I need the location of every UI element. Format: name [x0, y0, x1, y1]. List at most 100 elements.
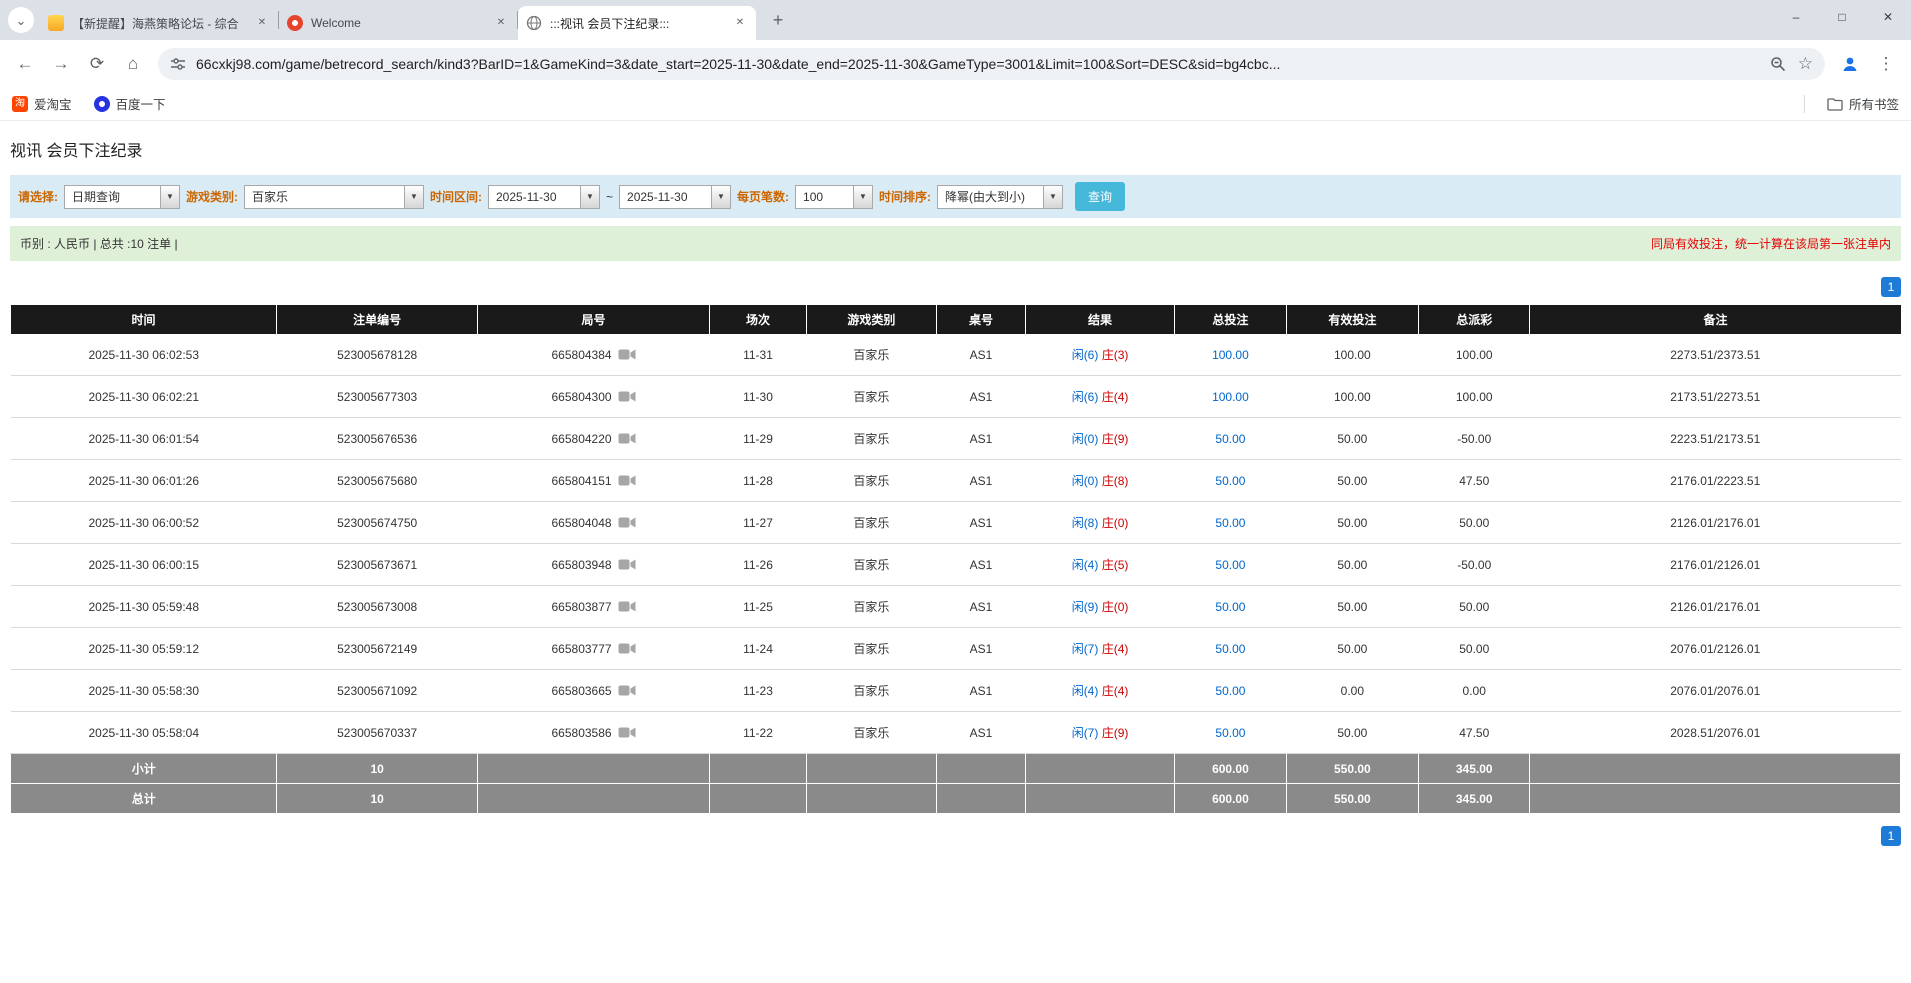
total-bet-link[interactable]: 50.00 — [1215, 726, 1245, 740]
tab-search-button[interactable]: ⌄ — [8, 7, 34, 33]
result-banker: 庄(0) — [1102, 600, 1129, 614]
cell-session: 11-31 — [710, 334, 806, 376]
per-page-value[interactable]: 100 — [795, 185, 853, 209]
total-bet-link[interactable]: 100.00 — [1212, 390, 1249, 404]
close-tab-icon[interactable]: ✕ — [732, 15, 748, 31]
cell-note: 2076.01/2076.01 — [1530, 670, 1901, 712]
video-icon[interactable] — [618, 432, 636, 445]
per-page-label: 每页笔数: — [737, 188, 789, 205]
video-icon[interactable] — [618, 558, 636, 571]
date-end-select[interactable]: 2025-11-30 ▼ — [619, 185, 731, 209]
footer-cell-empty — [1025, 784, 1174, 814]
profile-icon[interactable] — [1833, 47, 1867, 81]
back-icon[interactable]: ← — [8, 47, 42, 81]
total-bet-link[interactable]: 50.00 — [1215, 432, 1245, 446]
chevron-down-icon[interactable]: ▼ — [404, 185, 424, 209]
total-row: 总计 10 600.00 550.00 345.00 — [11, 784, 1901, 814]
date-start-value[interactable]: 2025-11-30 — [488, 185, 580, 209]
video-icon[interactable] — [618, 600, 636, 613]
footer-cell-empty — [937, 784, 1026, 814]
table-row: 2025-11-30 06:00:52523005674750665804048… — [11, 502, 1901, 544]
chevron-down-icon[interactable]: ▼ — [711, 185, 731, 209]
close-tab-icon[interactable]: ✕ — [254, 15, 270, 31]
forum-favicon-icon — [48, 15, 64, 31]
zoom-icon[interactable] — [1770, 56, 1786, 72]
subtotal-valid-bet: 550.00 — [1286, 754, 1418, 784]
filter-bar: 请选择: 日期查询 ▼ 游戏类别: 百家乐 ▼ 时间区间: 2025-11-30… — [10, 175, 1901, 218]
chevron-down-icon[interactable]: ▼ — [1043, 185, 1063, 209]
total-bet-link[interactable]: 50.00 — [1215, 642, 1245, 656]
minimize-button[interactable]: – — [1773, 0, 1819, 34]
game-type-select[interactable]: 百家乐 ▼ — [244, 185, 424, 209]
site-info-icon[interactable] — [170, 56, 186, 72]
close-window-button[interactable]: ✕ — [1865, 0, 1911, 34]
date-range-label: 时间区间: — [430, 188, 482, 205]
home-icon[interactable]: ⌂ — [116, 47, 150, 81]
table-row: 2025-11-30 05:59:48523005673008665803877… — [11, 586, 1901, 628]
sort-value[interactable]: 降幂(由大到小) — [937, 185, 1043, 209]
footer-cell-empty — [806, 754, 936, 784]
browser-tab-welcome[interactable]: Welcome ✕ — [279, 6, 517, 40]
date-end-value[interactable]: 2025-11-30 — [619, 185, 711, 209]
reload-icon[interactable]: ⟳ — [80, 47, 114, 81]
cell-time: 2025-11-30 06:00:52 — [11, 502, 277, 544]
video-icon[interactable] — [618, 726, 636, 739]
all-bookmarks-button[interactable]: 所有书签 — [1827, 94, 1899, 113]
game-type-value[interactable]: 百家乐 — [244, 185, 404, 209]
query-type-value[interactable]: 日期查询 — [64, 185, 160, 209]
page-1-button[interactable]: 1 — [1881, 277, 1901, 297]
video-icon[interactable] — [618, 684, 636, 697]
total-bet-link[interactable]: 50.00 — [1215, 558, 1245, 572]
baidu-icon — [94, 96, 110, 112]
footer-cell-empty — [1025, 754, 1174, 784]
header-round-id: 局号 — [477, 305, 709, 334]
new-tab-button[interactable]: + — [764, 6, 792, 34]
date-start-select[interactable]: 2025-11-30 ▼ — [488, 185, 600, 209]
cell-session: 11-27 — [710, 502, 806, 544]
result-banker: 庄(8) — [1102, 474, 1129, 488]
range-separator: ~ — [606, 190, 613, 204]
total-bet-link[interactable]: 50.00 — [1215, 516, 1245, 530]
video-icon[interactable] — [618, 516, 636, 529]
url-bar[interactable]: 66cxkj98.com/game/betrecord_search/kind3… — [158, 48, 1825, 80]
total-bet-link[interactable]: 50.00 — [1215, 684, 1245, 698]
per-page-select[interactable]: 100 ▼ — [795, 185, 873, 209]
video-icon[interactable] — [618, 348, 636, 361]
cell-time: 2025-11-30 06:00:15 — [11, 544, 277, 586]
cell-time: 2025-11-30 06:02:53 — [11, 334, 277, 376]
menu-icon[interactable]: ⋮ — [1869, 47, 1903, 81]
chevron-down-icon[interactable]: ▼ — [580, 185, 600, 209]
browser-tab-betrecord[interactable]: :::视讯 会员下注纪录::: ✕ — [518, 6, 756, 40]
footer-cell-empty — [477, 784, 709, 814]
cell-bet-id: 523005678128 — [277, 334, 477, 376]
total-bet-link[interactable]: 50.00 — [1215, 600, 1245, 614]
table-row: 2025-11-30 05:59:12523005672149665803777… — [11, 628, 1901, 670]
video-icon[interactable] — [618, 642, 636, 655]
total-bet-link[interactable]: 100.00 — [1212, 348, 1249, 362]
video-icon[interactable] — [618, 390, 636, 403]
cell-valid-bet: 50.00 — [1286, 460, 1418, 502]
maximize-button[interactable]: □ — [1819, 0, 1865, 34]
cell-valid-bet: 50.00 — [1286, 586, 1418, 628]
page-1-button[interactable]: 1 — [1881, 826, 1901, 846]
search-button[interactable]: 查询 — [1075, 182, 1125, 211]
chevron-down-icon[interactable]: ▼ — [853, 185, 873, 209]
browser-tab-forum[interactable]: 【新提醒】海燕策略论坛 - 综合 ✕ — [40, 6, 278, 40]
footer-cell-empty — [477, 754, 709, 784]
url-text[interactable]: 66cxkj98.com/game/betrecord_search/kind3… — [196, 56, 1758, 72]
close-tab-icon[interactable]: ✕ — [493, 15, 509, 31]
cell-valid-bet: 50.00 — [1286, 418, 1418, 460]
sort-select[interactable]: 降幂(由大到小) ▼ — [937, 185, 1063, 209]
cell-bet-id: 523005674750 — [277, 502, 477, 544]
total-bet-link[interactable]: 50.00 — [1215, 474, 1245, 488]
bookmark-star-icon[interactable]: ☆ — [1798, 54, 1813, 74]
cell-total-bet: 50.00 — [1175, 460, 1287, 502]
bookmark-baidu[interactable]: 百度一下 — [94, 94, 166, 113]
video-icon[interactable] — [618, 474, 636, 487]
table-row: 2025-11-30 06:01:26523005675680665804151… — [11, 460, 1901, 502]
table-row: 2025-11-30 05:58:04523005670337665803586… — [11, 712, 1901, 754]
bookmark-aitaobao[interactable]: 淘 爱淘宝 — [12, 94, 72, 113]
forward-icon[interactable]: → — [44, 47, 78, 81]
query-type-select[interactable]: 日期查询 ▼ — [64, 185, 180, 209]
chevron-down-icon[interactable]: ▼ — [160, 185, 180, 209]
